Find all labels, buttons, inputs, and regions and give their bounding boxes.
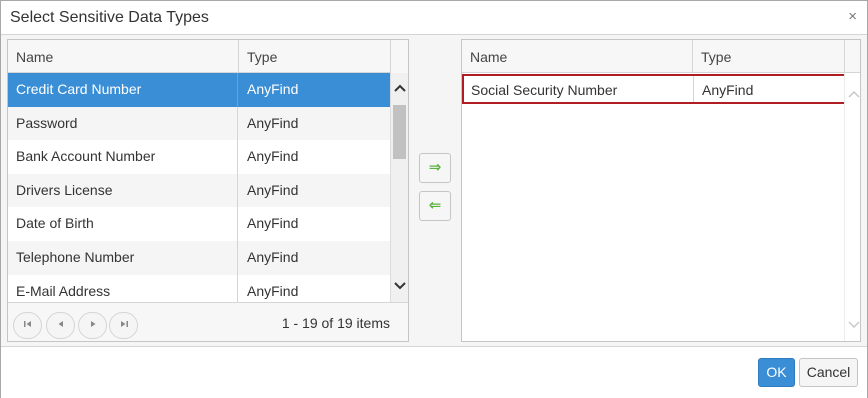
scroll-thumb[interactable] [393,105,406,159]
selected-grid-header: Name Type [462,40,860,73]
selected-scrollbar[interactable] [844,73,860,341]
pager: 1 - 19 of 19 items [8,302,408,341]
cell-name: Drivers License [8,173,238,208]
cancel-button[interactable]: Cancel [799,358,858,387]
table-row[interactable]: Drivers License AnyFind [8,173,390,208]
arrow-right-icon: ⇒ [428,159,442,176]
cell-type: AnyFind [247,114,299,131]
remove-selected-button[interactable]: ⇐ [419,191,451,221]
selected-types-grid: Name Type Social Security Number AnyFind [461,39,861,342]
selected-rows: Social Security Number AnyFind [462,73,844,341]
cell-type: AnyFind [247,282,299,299]
arrow-left-icon: ⇐ [428,197,442,214]
dialog-content: Name Type Credit Card Number AnyFind Passw… [1,35,867,347]
cell-name: E-Mail Address [8,274,238,302]
last-page-icon[interactable] [109,312,138,339]
dialog-title: Select Sensitive Data Types [10,9,209,26]
ok-button[interactable]: OK [758,358,795,387]
cell-type: AnyFind [247,81,299,97]
table-row[interactable]: Bank Account Number AnyFind [8,140,390,174]
cell-name: Telephone Number [8,240,238,275]
prev-page-icon[interactable] [46,312,75,339]
cell-type: AnyFind [247,248,299,265]
close-icon[interactable]: × [848,9,857,24]
scroll-up-icon[interactable] [391,81,408,95]
cell-name: Password [8,106,238,141]
available-types-grid: Name Type Credit Card Number AnyFind Passw… [7,39,409,342]
select-data-types-dialog: Select Sensitive Data Types × Name Type … [0,0,868,398]
first-page-icon[interactable] [13,312,42,339]
next-page-icon[interactable] [78,312,107,339]
cell-type: AnyFind [247,181,299,198]
column-header-type[interactable]: Type [693,40,845,73]
column-header-name[interactable]: Name [462,40,693,73]
cell-name: Bank Account Number [8,140,238,174]
dialog-titlebar: Select Sensitive Data Types × [1,1,867,35]
pager-info: 1 - 19 of 19 items [281,315,390,331]
add-selected-button[interactable]: ⇒ [419,153,451,183]
column-header-type[interactable]: Type [239,40,391,73]
table-row[interactable]: Telephone Number AnyFind [8,240,390,275]
table-row[interactable]: Password AnyFind [8,106,390,141]
available-grid-header: Name Type [8,40,408,73]
available-rows: Credit Card Number AnyFind Password AnyFind… [8,73,390,302]
column-header-name[interactable]: Name [8,40,239,73]
cell-type: AnyFind [702,82,754,98]
cell-name: Social Security Number [464,76,694,102]
cell-name: Credit Card Number [8,73,238,107]
cell-type: AnyFind [247,148,299,165]
cell-name: Date of Birth [8,207,238,241]
table-row[interactable]: Credit Card Number AnyFind [8,73,390,107]
header-scroll-filler [391,40,408,73]
dialog-footer: OK Cancel [1,348,867,398]
table-row[interactable]: Social Security Number AnyFind [462,74,844,104]
scroll-up-icon[interactable] [845,87,860,101]
cell-type: AnyFind [247,215,299,232]
available-scrollbar[interactable] [390,73,408,302]
table-row[interactable]: E-Mail Address AnyFind [8,274,390,302]
table-row[interactable]: Date of Birth AnyFind [8,207,390,241]
scroll-down-icon[interactable] [391,279,408,293]
scroll-down-icon[interactable] [845,318,860,332]
